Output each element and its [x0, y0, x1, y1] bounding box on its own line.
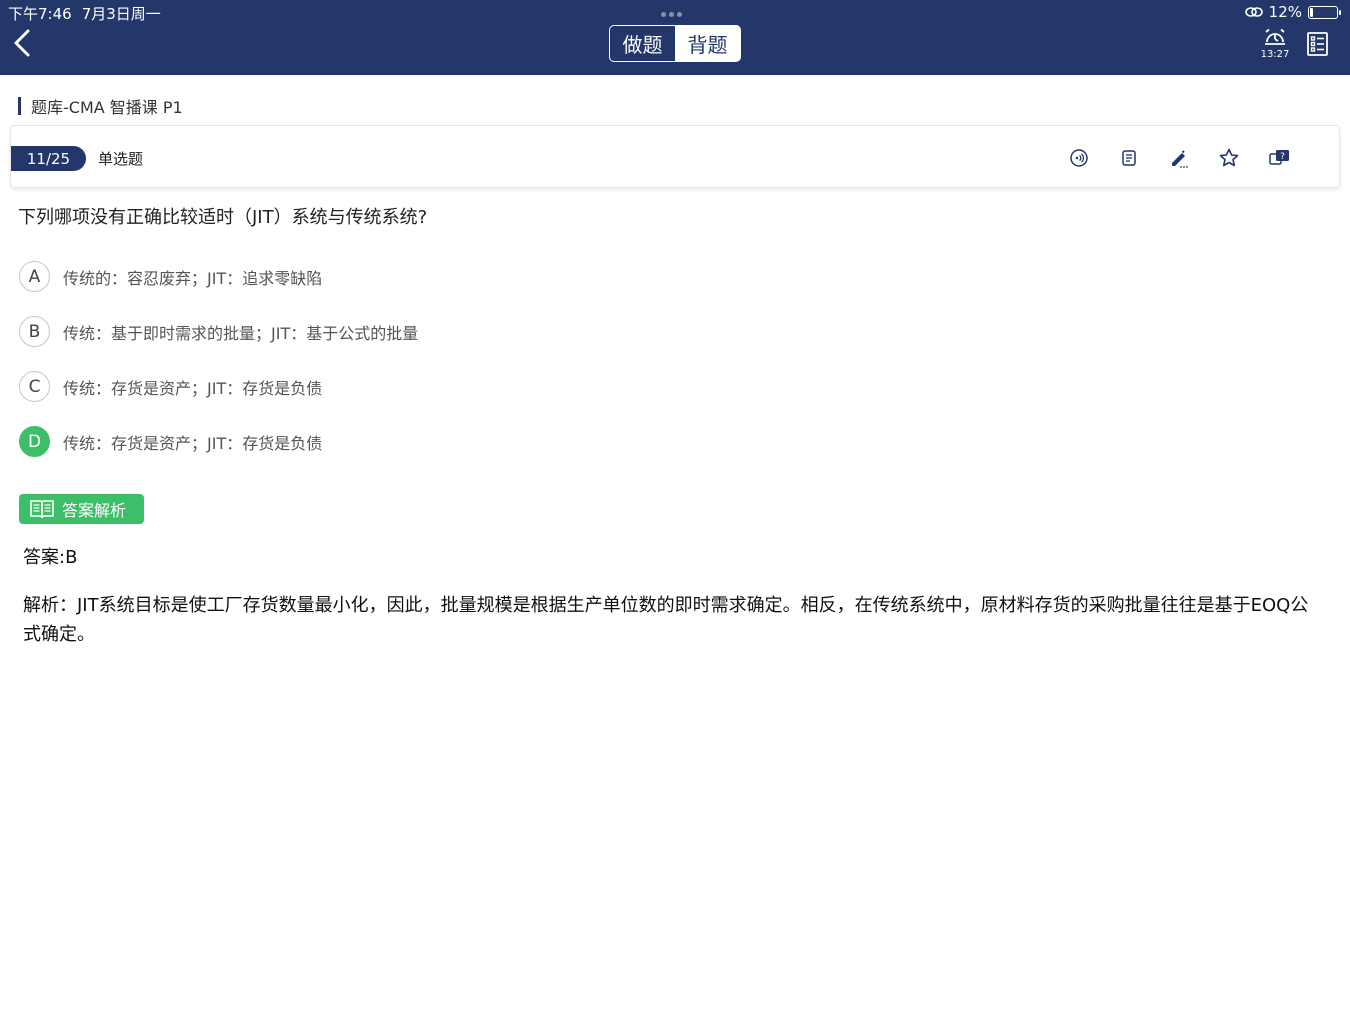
multitask-dots-icon[interactable]	[661, 12, 682, 17]
question-bubble-icon: ?	[1269, 150, 1289, 165]
option-b-text: 传统：基于即时需求的批量；JIT：基于公式的批量	[63, 323, 419, 343]
breadcrumb-marker	[18, 97, 21, 115]
explanation-text: 解析：JIT系统目标是使工厂存货数量最小化，因此，批量规模是根据生产单位数的即时…	[23, 595, 1309, 645]
svg-text:?: ?	[1280, 152, 1285, 162]
question-type: 单选题	[98, 150, 144, 168]
status-time-date: 下午7:46 7月3日周一	[8, 3, 171, 24]
tab-memorize[interactable]: 背题	[675, 26, 740, 61]
breadcrumb: 题库-CMA 智播课 P1	[18, 94, 183, 118]
option-a[interactable]: A 传统的：容忍废弃；JIT：追求零缺陷	[19, 261, 322, 292]
notes-button[interactable]	[1117, 146, 1141, 170]
analysis-tag: 答案解析	[19, 494, 144, 524]
chevron-left-icon	[14, 29, 30, 57]
status-time: 下午7:46	[8, 5, 72, 23]
favorite-button[interactable]	[1217, 146, 1241, 170]
star-icon	[1219, 148, 1239, 167]
question-stem: 下列哪项没有正确比较适时（JIT）系统与传统系统?	[18, 207, 428, 228]
alarm-clock-icon	[1265, 28, 1285, 45]
mode-switch: 做题 背题	[609, 25, 741, 62]
timer-button[interactable]: 13:27	[1258, 28, 1292, 60]
answer-text: 答案:B	[23, 547, 78, 568]
battery-percent: 12%	[1268, 3, 1302, 21]
option-a-letter: A	[19, 261, 50, 292]
status-date: 7月3日周一	[81, 5, 161, 23]
pencil-icon	[1172, 150, 1188, 168]
option-a-text: 传统的：容忍废弃；JIT：追求零缺陷	[63, 268, 323, 288]
battery-icon	[1308, 5, 1341, 19]
back-button[interactable]	[10, 26, 38, 60]
option-d-text: 传统：存货是资产；JIT：存货是负债	[63, 433, 323, 453]
answer-sheet-button[interactable]	[1306, 31, 1330, 57]
option-c-letter: C	[19, 371, 50, 402]
option-b-letter: B	[19, 316, 50, 347]
book-icon	[30, 500, 54, 519]
question-toolbar: 11/25 单选题 ?	[10, 125, 1340, 188]
audio-icon	[1070, 149, 1088, 167]
audio-button[interactable]	[1067, 146, 1091, 170]
option-b[interactable]: B 传统：基于即时需求的批量；JIT：基于公式的批量	[19, 316, 418, 347]
tab-practice[interactable]: 做题	[610, 26, 675, 61]
analysis-tag-label: 答案解析	[62, 501, 127, 520]
edit-button[interactable]	[1167, 146, 1191, 170]
option-c-text: 传统：存货是资产；JIT：存货是负债	[63, 378, 323, 398]
link-icon	[1244, 7, 1263, 17]
option-d[interactable]: D 传统：存货是资产；JIT：存货是负债	[19, 426, 322, 457]
timer-label: 13:27	[1260, 49, 1290, 60]
option-c[interactable]: C 传统：存货是资产；JIT：存货是负债	[19, 371, 322, 402]
note-icon	[1122, 150, 1136, 166]
ask-question-button[interactable]: ?	[1267, 146, 1291, 170]
option-d-letter: D	[19, 426, 50, 457]
list-sheet-icon	[1307, 32, 1328, 56]
question-progress: 11/25	[11, 146, 86, 171]
top-bar: 下午7:46 7月3日周一 12% 做题 背题 13:27	[0, 0, 1350, 75]
status-right: 12%	[1244, 3, 1341, 21]
breadcrumb-title: 题库-CMA 智播课 P1	[31, 98, 183, 117]
